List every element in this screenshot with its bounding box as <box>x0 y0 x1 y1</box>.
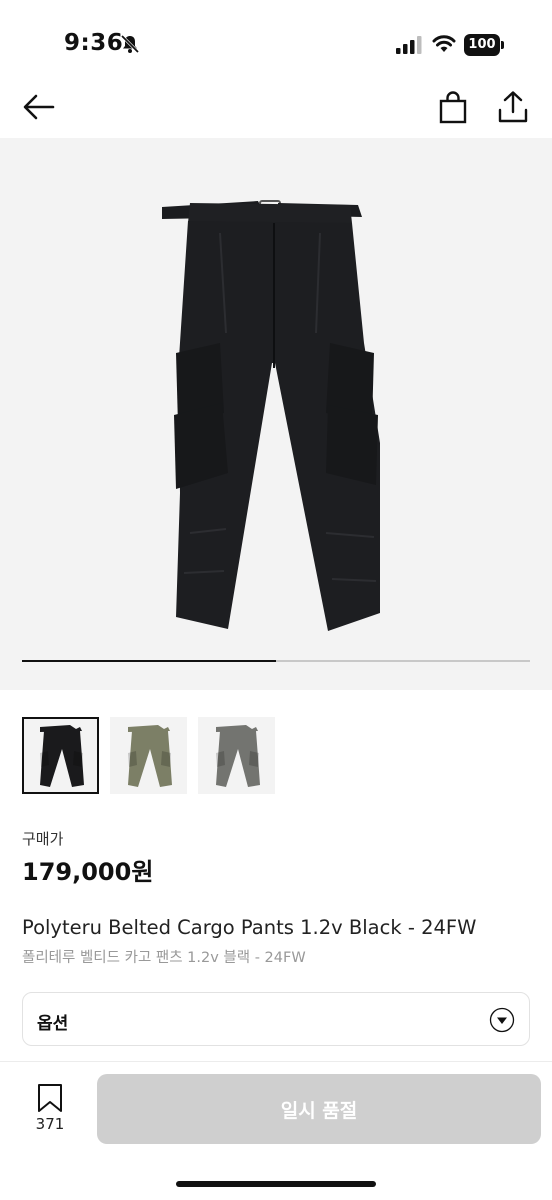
cargo-pants-image <box>162 200 380 631</box>
color-thumbnails <box>22 717 275 795</box>
color-thumbnail[interactable] <box>22 717 99 794</box>
gallery-progress-fill <box>22 660 276 662</box>
pants-thumbnail-image <box>128 725 172 787</box>
pants-thumbnail-image <box>216 725 260 787</box>
nav-bar <box>0 80 552 136</box>
battery-tip <box>501 41 504 49</box>
product-gallery[interactable] <box>0 138 552 690</box>
bottom-bar-divider <box>0 1061 552 1062</box>
bookmark-count: 371 <box>35 1115 65 1133</box>
bookmark-button[interactable]: 371 <box>30 1083 70 1143</box>
pants-thumbnail-image <box>40 725 84 787</box>
bookmark-icon <box>38 1084 62 1112</box>
status-time: 9:36 <box>64 30 124 56</box>
gallery-progress-bar <box>22 660 530 662</box>
back-arrow-icon[interactable] <box>22 92 56 122</box>
battery-level: 100 <box>464 34 500 56</box>
sold-out-button[interactable]: 일시 품절 <box>97 1074 541 1144</box>
option-select[interactable]: 옵션 <box>22 992 530 1046</box>
battery-indicator: 100 <box>464 34 504 56</box>
status-bar: 9:36 100 <box>0 0 552 80</box>
home-indicator <box>176 1181 376 1187</box>
share-icon[interactable] <box>497 90 529 124</box>
signal-icon <box>396 36 422 54</box>
bell-slash-icon <box>120 34 140 54</box>
color-thumbnail[interactable] <box>198 717 275 794</box>
option-label: 옵션 <box>37 1014 69 1034</box>
product-name-en: Polyteru Belted Cargo Pants 1.2v Black -… <box>22 916 477 939</box>
color-thumbnail[interactable] <box>110 717 187 794</box>
wifi-icon <box>432 35 456 52</box>
shopping-bag-icon[interactable] <box>438 90 468 124</box>
price: 179,000원 <box>22 858 154 886</box>
price-label: 구매가 <box>22 830 64 848</box>
product-name-ko: 폴리테루 벨티드 카고 팬츠 1.2v 블랙 - 24FW <box>22 950 306 966</box>
chevron-down-icon <box>489 1007 515 1033</box>
